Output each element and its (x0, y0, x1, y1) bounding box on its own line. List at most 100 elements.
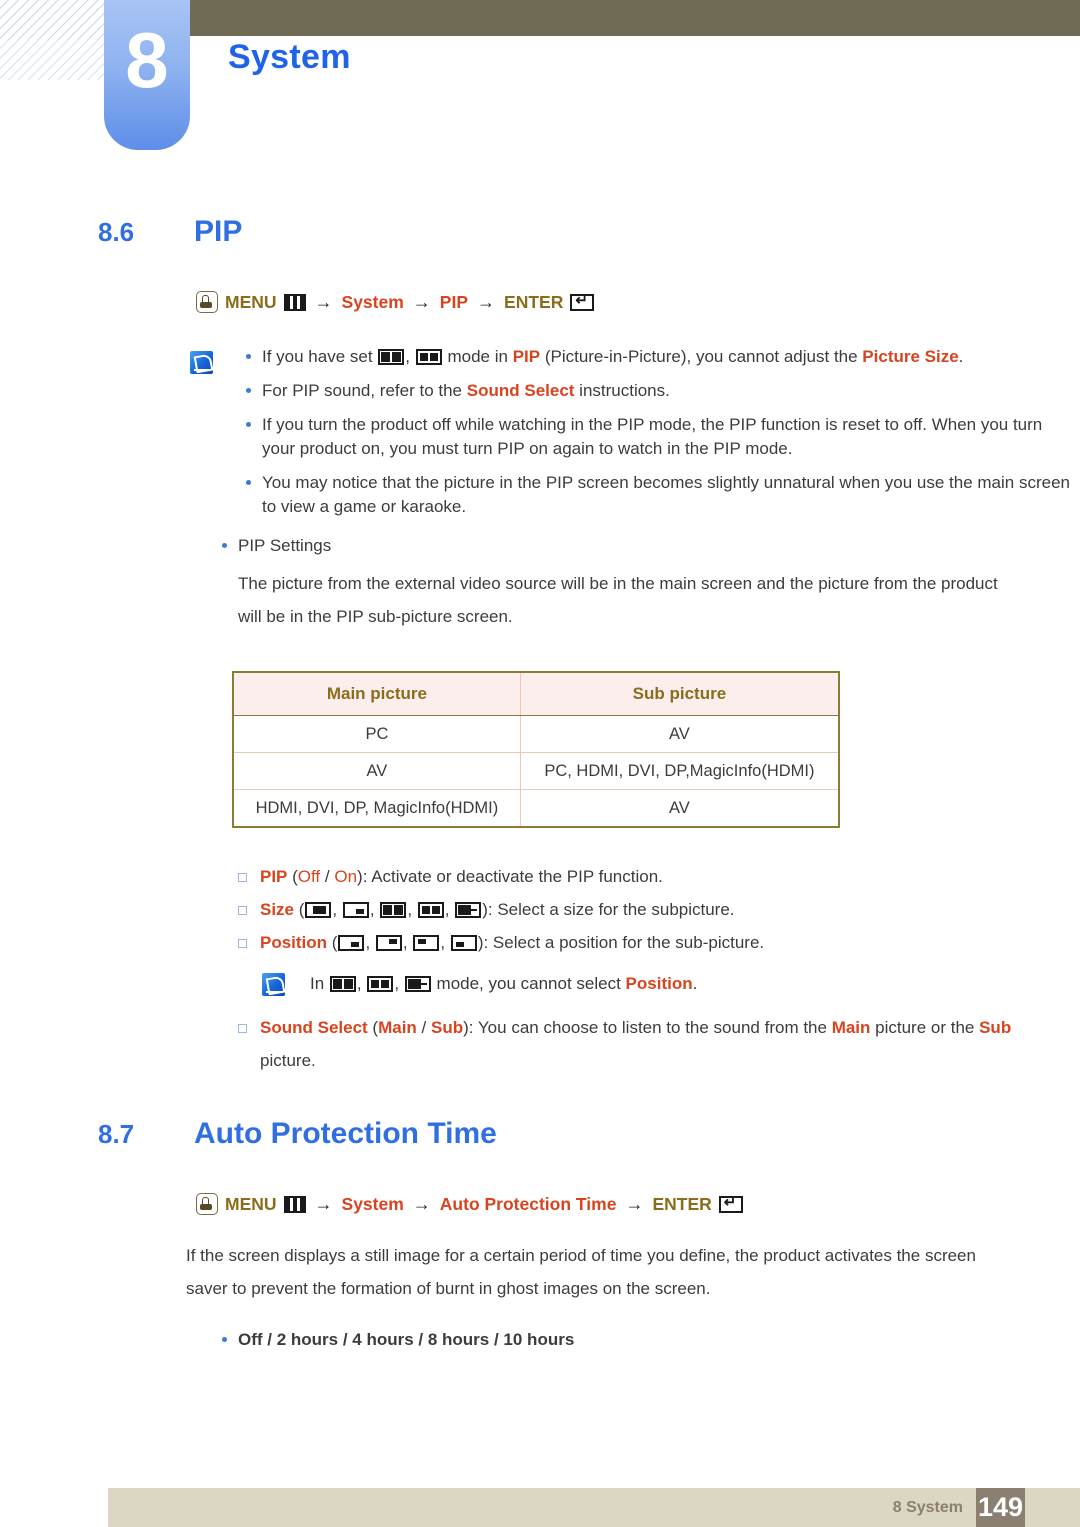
table-row: HDMI, DVI, DP, MagicInfo(HDMI) AV (231, 789, 840, 828)
sound-em-sub: Sub (979, 1018, 1012, 1037)
position-note-pre: In (310, 974, 329, 993)
slash: / (416, 1018, 431, 1037)
paren-open: ( (327, 933, 338, 952)
table-row: AV PC, HDMI, DVI, DP,MagicInfo(HDMI) (231, 752, 840, 790)
pip-mode-split-icon (329, 976, 356, 992)
column-header-sub-picture: Sub picture (519, 671, 840, 716)
position-note-sep1: , (356, 974, 367, 993)
size-small-icon[interactable] (342, 902, 369, 918)
sound-desc-1: You can choose to listen to the sound fr… (477, 1018, 832, 1037)
paren-close: ): (482, 900, 498, 919)
note-text-mid2: (Picture-in-Picture), you cannot adjust … (540, 347, 863, 366)
paren-close: ): (463, 1018, 478, 1037)
pip-mode-dual-icon (415, 349, 442, 365)
pip-mode-split-icon (378, 349, 405, 365)
pip-source-table-wrap: Main picture Sub picture PC AV AV PC, HD… (0, 671, 1080, 828)
table-cell-sub: PC, HDMI, DVI, DP,MagicInfo(HDMI) (519, 752, 840, 790)
menu-label[interactable]: MENU (225, 292, 277, 313)
menu-item-system[interactable]: System (342, 1194, 404, 1215)
path-arrow-1: → (314, 1193, 333, 1214)
enter-label[interactable]: ENTER (652, 1194, 711, 1215)
path-arrow-2: → (412, 1193, 431, 1214)
header-olive-bar (190, 0, 1080, 36)
page-header: 8 System (0, 0, 1080, 160)
option-label-size: Size (260, 900, 295, 919)
menu-item-auto-protection-time[interactable]: Auto Protection Time (440, 1194, 617, 1215)
path-arrow-3: → (477, 291, 496, 312)
note-em-pip: PIP (512, 347, 541, 366)
menu-label[interactable]: MENU (225, 1194, 277, 1215)
pip-notes-list: If you have set , mode in PIP (Picture-i… (196, 345, 1080, 519)
position-bottom-left-icon[interactable] (450, 935, 477, 951)
page-content: 8.6 PIP MENU → System → PIP → ENTER If y… (0, 215, 1080, 1353)
position-note-block: In , , mode, you cannot select Position. (0, 971, 1080, 997)
paren-open: ( (367, 1018, 379, 1037)
paren-close: ): (477, 933, 493, 952)
decorative-hatch-pattern (0, 0, 108, 80)
note-text-pre: For PIP sound, refer to the (262, 381, 467, 400)
list-item: For PIP sound, refer to the Sound Select… (196, 379, 1080, 403)
note-pencil-icon (262, 973, 285, 996)
path-arrow-1: → (314, 291, 333, 312)
menu-grid-icon (283, 1195, 306, 1213)
page-footer: 8 System 149 (0, 1470, 1080, 1527)
position-top-right-icon[interactable] (375, 935, 402, 951)
chapter-title: System (228, 38, 351, 76)
table-cell-main: PC (231, 715, 521, 753)
size-wide-icon[interactable] (455, 902, 482, 918)
size-large-icon[interactable] (305, 902, 332, 918)
menu-item-pip[interactable]: PIP (440, 292, 468, 313)
option-value-on[interactable]: On (334, 867, 357, 886)
enter-key-icon (718, 1194, 743, 1213)
enter-label[interactable]: ENTER (504, 292, 563, 313)
option-label-sound-select: Sound Select (260, 1018, 368, 1037)
pip-settings-description: The picture from the external video sour… (238, 574, 998, 626)
menu-item-system[interactable]: System (342, 292, 404, 313)
pip-mode-dual-icon (367, 976, 394, 992)
note-text-mid: mode in (442, 347, 513, 366)
pip-source-table: Main picture Sub picture PC AV AV PC, HD… (231, 671, 840, 828)
option-label-position: Position (260, 933, 328, 952)
list-item: You may notice that the picture in the P… (196, 471, 1080, 519)
note-sep: , (405, 347, 415, 366)
size-split-icon[interactable] (380, 902, 407, 918)
section-title: Auto Protection Time (194, 1117, 497, 1150)
note-em-sound-select: Sound Select (466, 381, 575, 400)
size-dual-icon[interactable] (417, 902, 444, 918)
paren-open: ( (294, 900, 305, 919)
option-sound-select: Sound Select (Main / Sub): You can choos… (196, 1011, 1080, 1077)
position-note-post: . (692, 974, 698, 993)
note-em-picture-size: Picture Size (862, 347, 959, 366)
option-desc-position: Select a position for the sub-picture. (492, 933, 765, 952)
section-number: 8.7 (98, 1119, 135, 1149)
pip-options-list: PIP (Off / On): Activate or deactivate t… (0, 860, 1080, 959)
position-note-sep2: , (394, 974, 404, 993)
table-cell-sub: AV (519, 715, 840, 753)
paren-open: ( (287, 867, 298, 886)
auto-protection-description: If the screen displays a still image for… (186, 1246, 976, 1298)
table-cell-sub: AV (519, 789, 840, 828)
sound-select-list: Sound Select (Main / Sub): You can choos… (0, 1011, 1080, 1077)
slash: / (320, 867, 335, 886)
option-size: Size (, , , , ): Select a size for the s… (196, 893, 1080, 926)
option-value-main[interactable]: Main (378, 1018, 417, 1037)
option-value-off[interactable]: Off (298, 867, 320, 886)
pip-settings-heading: PIP Settings (196, 533, 1080, 559)
section-heading-auto-protection: 8.7 Auto Protection Time (0, 1117, 1080, 1151)
enter-key-icon (570, 292, 595, 311)
position-bottom-right-icon[interactable] (338, 935, 365, 951)
hand-press-icon (196, 291, 218, 313)
option-value-sub[interactable]: Sub (431, 1018, 463, 1037)
list-item: If you turn the product off while watchi… (196, 413, 1080, 461)
path-arrow-2: → (412, 291, 431, 312)
table-cell-main: AV (231, 752, 521, 790)
position-note-em: Position (625, 974, 693, 993)
menu-path-auto-protection: MENU → System → Auto Protection Time → E… (0, 1193, 1080, 1215)
position-note-mid: mode, you cannot select (431, 974, 626, 993)
footer-page-number: 149 (976, 1488, 1025, 1527)
section-title: PIP (194, 215, 243, 248)
table-header-row: Main picture Sub picture (231, 671, 840, 716)
auto-protection-options[interactable]: Off / 2 hours / 4 hours / 8 hours / 10 h… (196, 1327, 1080, 1353)
option-label-pip: PIP (260, 867, 288, 886)
position-top-left-icon[interactable] (413, 935, 440, 951)
